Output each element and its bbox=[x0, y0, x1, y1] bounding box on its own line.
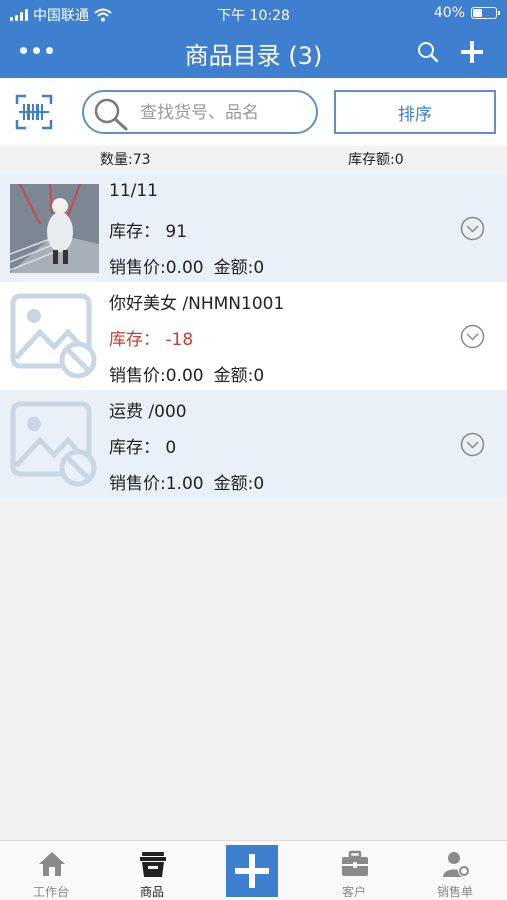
search-input[interactable] bbox=[140, 101, 310, 125]
product-price-line: 销售价:1.00 金额:0 bbox=[109, 469, 264, 494]
product-amount: 金额:0 bbox=[213, 474, 265, 494]
product-amount: 金额:0 bbox=[213, 258, 265, 278]
nav-bar: 商品目录 (3) bbox=[0, 26, 507, 78]
tab-products[interactable]: 商品 bbox=[102, 841, 202, 900]
briefcase-icon bbox=[342, 850, 368, 876]
tab-label: 客户 bbox=[341, 885, 366, 899]
add-product-icon[interactable] bbox=[458, 38, 486, 66]
tab-sales-orders[interactable]: 销售单 bbox=[405, 841, 505, 900]
basket-icon bbox=[140, 852, 166, 877]
plus-icon bbox=[235, 854, 269, 888]
status-time: 下午 10:28 bbox=[217, 8, 290, 24]
product-sale-price: 销售价:0.00 bbox=[109, 366, 204, 386]
tab-label: 商品 bbox=[139, 885, 164, 899]
top-bar: 中国联通 下午 10:28 40% 商品目录 (3) bbox=[0, 0, 507, 78]
sort-button[interactable]: 排序 bbox=[334, 90, 496, 134]
tab-workbench[interactable]: 工作台 bbox=[1, 841, 101, 900]
product-name: 运费 /000 bbox=[109, 402, 187, 422]
tab-customers[interactable]: 客户 bbox=[304, 841, 404, 900]
person-gear-icon bbox=[443, 852, 470, 877]
product-name: 11/11 bbox=[109, 181, 158, 201]
product-price-line: 销售价:0.00 金额:0 bbox=[109, 361, 264, 386]
tab-label: 销售单 bbox=[436, 885, 473, 899]
tab-add-button[interactable] bbox=[226, 845, 278, 897]
barcode-scan-icon[interactable] bbox=[15, 94, 53, 130]
expand-chevron-icon[interactable] bbox=[460, 216, 485, 241]
tab-label: 工作台 bbox=[32, 885, 69, 899]
tab-bar: 工作台 商品 客户 销售单 bbox=[0, 840, 507, 900]
product-sale-price: 销售价:1.00 bbox=[109, 474, 204, 494]
product-name: 你好美女 /NHMN1001 bbox=[109, 294, 285, 314]
product-stock: 库存： -18 bbox=[109, 330, 194, 350]
stock-amount-total: 库存额:0 bbox=[348, 152, 404, 168]
product-amount: 金额:0 bbox=[213, 366, 265, 386]
expand-chevron-icon[interactable] bbox=[460, 324, 485, 349]
expand-chevron-icon[interactable] bbox=[460, 432, 485, 457]
home-icon bbox=[39, 852, 65, 876]
product-price-line: 销售价:0.00 金额:0 bbox=[109, 253, 264, 278]
product-sale-price: 销售价:0.00 bbox=[109, 258, 204, 278]
summary-bar: 数量:73 库存额:0 bbox=[0, 146, 507, 172]
battery-icon bbox=[471, 7, 500, 19]
product-row[interactable]: 你好美女 /NHMN1001 库存： -18 销售价:0.00 金额:0 bbox=[0, 282, 507, 390]
battery-percent: 40% bbox=[433, 5, 465, 21]
search-box bbox=[82, 90, 318, 134]
product-stock: 库存： 91 bbox=[109, 222, 188, 242]
image-placeholder-icon bbox=[10, 401, 97, 487]
search-magnifier-icon bbox=[94, 98, 128, 131]
status-bar: 中国联通 下午 10:28 40% bbox=[0, 0, 507, 26]
quantity-total: 数量:73 bbox=[100, 152, 151, 168]
product-row[interactable]: 11/11 库存： 91 销售价:0.00 金额:0 bbox=[0, 174, 507, 282]
product-row[interactable]: 运费 /000 库存： 0 销售价:1.00 金额:0 bbox=[0, 390, 507, 498]
search-icon[interactable] bbox=[416, 40, 440, 64]
image-placeholder-icon bbox=[10, 293, 97, 379]
search-row: 排序 bbox=[0, 78, 507, 146]
product-photo bbox=[10, 184, 99, 273]
product-stock: 库存： 0 bbox=[109, 438, 177, 458]
